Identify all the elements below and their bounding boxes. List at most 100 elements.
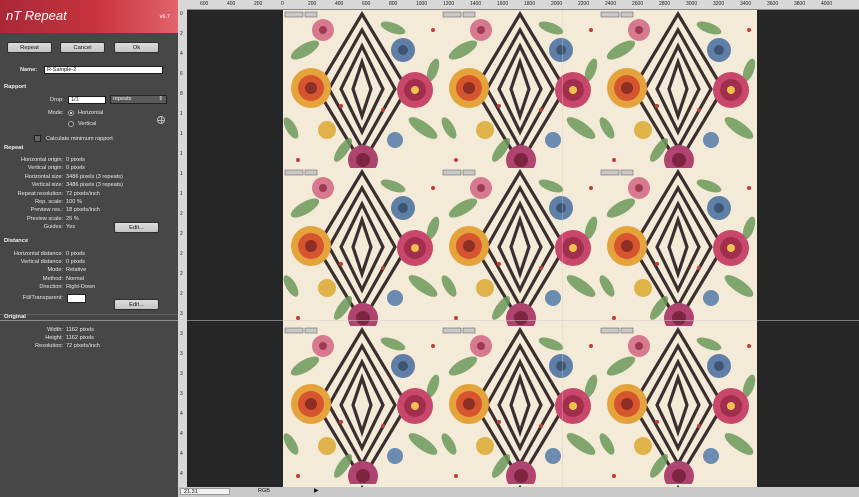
fill-color-swatch[interactable] <box>67 294 86 303</box>
info-label: Width: <box>47 327 63 333</box>
ruler-tick-label: 8 <box>180 91 183 97</box>
ruler-tick-label: 1 <box>180 111 183 117</box>
ruler-tick-label: 3200 <box>713 1 725 7</box>
ruler-tick-label: 4 <box>180 471 183 477</box>
ruler-tick-label: 3 <box>180 351 183 357</box>
zoom-field[interactable]: 21.31 <box>180 488 230 495</box>
ruler-tick-label: 1600 <box>497 1 509 7</box>
mode-vertical-label: Vertical <box>78 121 97 127</box>
ruler-tick-label: 3 <box>180 311 183 317</box>
info-label: Vertical size: <box>31 182 63 189</box>
info-label: Guides: <box>43 224 63 231</box>
ruler-tick-label: 1 <box>180 131 183 137</box>
ruler-tick-label: 3600 <box>767 1 779 7</box>
info-label: Horizontal distance: <box>13 251 63 257</box>
color-mode: RGB <box>258 488 270 494</box>
edit-distance-button[interactable]: Edit... <box>114 299 159 310</box>
ruler-tick-label: 2 <box>180 211 183 217</box>
cancel-button[interactable]: Cancel <box>60 42 105 53</box>
ruler-tick-label: 1400 <box>470 1 482 7</box>
drop-unit-select[interactable]: repeats ⇕ <box>110 95 167 104</box>
info-label: Preview res.: <box>30 207 63 214</box>
calc-min-checkbox[interactable] <box>34 135 41 142</box>
ruler-tick-label: 2 <box>180 271 183 277</box>
info-label: Horizontal origin: <box>21 157 63 163</box>
ruler-tick-label: 6 <box>180 71 183 77</box>
info-value: Relative <box>66 267 87 274</box>
ruler-tick-label: 2400 <box>605 1 617 7</box>
edit-repeat-button[interactable]: Edit... <box>114 222 159 233</box>
ruler-tick-label: 3 <box>180 371 183 377</box>
info-value: 3486 pixels (3 repeats) <box>66 182 123 189</box>
info-label: Resolution: <box>35 343 63 350</box>
mode-vertical-radio[interactable] <box>68 121 74 127</box>
horizontal-ruler: 600 400 200 0 200 400 600 800 1000 1200 1400 1600 18… <box>178 0 859 10</box>
mode-horizontal-label: Horizontal <box>78 110 104 116</box>
divider <box>0 314 178 315</box>
info-value: 0 pixels <box>66 251 85 257</box>
horizontal-guide[interactable] <box>0 320 859 321</box>
ruler-tick-label: 4 <box>180 411 183 417</box>
info-label: Vertical distance: <box>20 259 63 266</box>
rapport-heading: Rapport <box>4 84 27 90</box>
ruler-tick-label: 1 <box>180 151 183 157</box>
ruler-tick-label: 1800 <box>524 1 536 7</box>
drop-label: Drop: <box>50 97 64 103</box>
ruler-tick-label: 3400 <box>740 1 752 7</box>
name-label: Name: <box>20 67 38 73</box>
ruler-tick-label: 2200 <box>578 1 590 7</box>
info-value: 72 pixels/inch <box>66 343 100 350</box>
info-value: 1162 pixels <box>66 335 94 342</box>
crosshair-icon[interactable] <box>157 116 165 124</box>
info-label: Vertical origin: <box>27 165 63 172</box>
play-icon[interactable]: ▶ <box>314 487 319 494</box>
ruler-tick-label: 600 <box>362 1 371 7</box>
mode-horizontal-radio[interactable] <box>68 110 74 116</box>
info-label: Repeat resolution: <box>17 190 63 197</box>
ruler-tick-label: 0 <box>281 1 284 7</box>
mode-label: Mode: <box>48 110 64 116</box>
repeat-heading: Repeat <box>4 145 24 151</box>
ruler-tick-label: 1 <box>180 171 183 177</box>
info-label: Horizontal size: <box>24 173 63 180</box>
ruler-tick-label: 4000 <box>821 1 833 7</box>
plugin-header: nT Repeat v6.7 <box>0 0 178 33</box>
drop-field[interactable]: 1/1 <box>68 96 106 104</box>
floral-pattern <box>283 10 757 487</box>
ruler-tick-label: 1 <box>180 191 183 197</box>
info-value: Right-Down <box>66 283 96 290</box>
ruler-tick-label: 2 <box>180 231 183 237</box>
info-value: 72 pixels/inch <box>66 190 100 197</box>
info-label: Method: <box>42 275 63 282</box>
repeat-button[interactable]: Repeat <box>7 42 52 53</box>
ruler-tick-label: 4 <box>180 51 183 57</box>
ruler-tick-label: 800 <box>389 1 398 7</box>
ruler-tick-label: 3800 <box>794 1 806 7</box>
ruler-tick-label: 0 <box>180 11 183 17</box>
info-value: 25 % <box>66 215 79 222</box>
info-value: 0 pixels <box>66 259 85 266</box>
info-label: Preview scale: <box>26 215 63 222</box>
ok-button[interactable]: Ok <box>114 42 159 53</box>
ruler-tick-label: 2600 <box>632 1 644 7</box>
ruler-tick-label: 3 <box>180 331 183 337</box>
vertical-guide[interactable] <box>562 10 563 487</box>
plugin-title: nT Repeat <box>6 8 67 23</box>
name-field[interactable]: R-Sample-2 <box>44 66 163 74</box>
fill-label: Fill/Transparent: <box>22 295 63 301</box>
info-value: 0 pixels <box>66 157 85 163</box>
ruler-tick-label: 4 <box>180 431 183 437</box>
info-label: Mode: <box>47 267 63 274</box>
info-value: 3486 pixels (3 repeats) <box>66 173 123 180</box>
repeat-preview-image[interactable] <box>283 10 757 487</box>
drop-unit-value: repeats <box>113 96 132 102</box>
info-value: 18 pixels/inch <box>66 207 100 214</box>
ruler-tick-label: 2 <box>180 31 183 37</box>
plugin-version: v6.7 <box>159 14 170 20</box>
ruler-tick-label: 1200 <box>443 1 455 7</box>
calc-min-label: Calculate minimum rapport <box>46 136 113 142</box>
ruler-tick-label: 4 <box>180 451 183 457</box>
ruler-tick-label: 2000 <box>551 1 563 7</box>
ruler-tick-label: 2 <box>180 291 183 297</box>
ruler-tick-label: 2 <box>180 251 183 257</box>
